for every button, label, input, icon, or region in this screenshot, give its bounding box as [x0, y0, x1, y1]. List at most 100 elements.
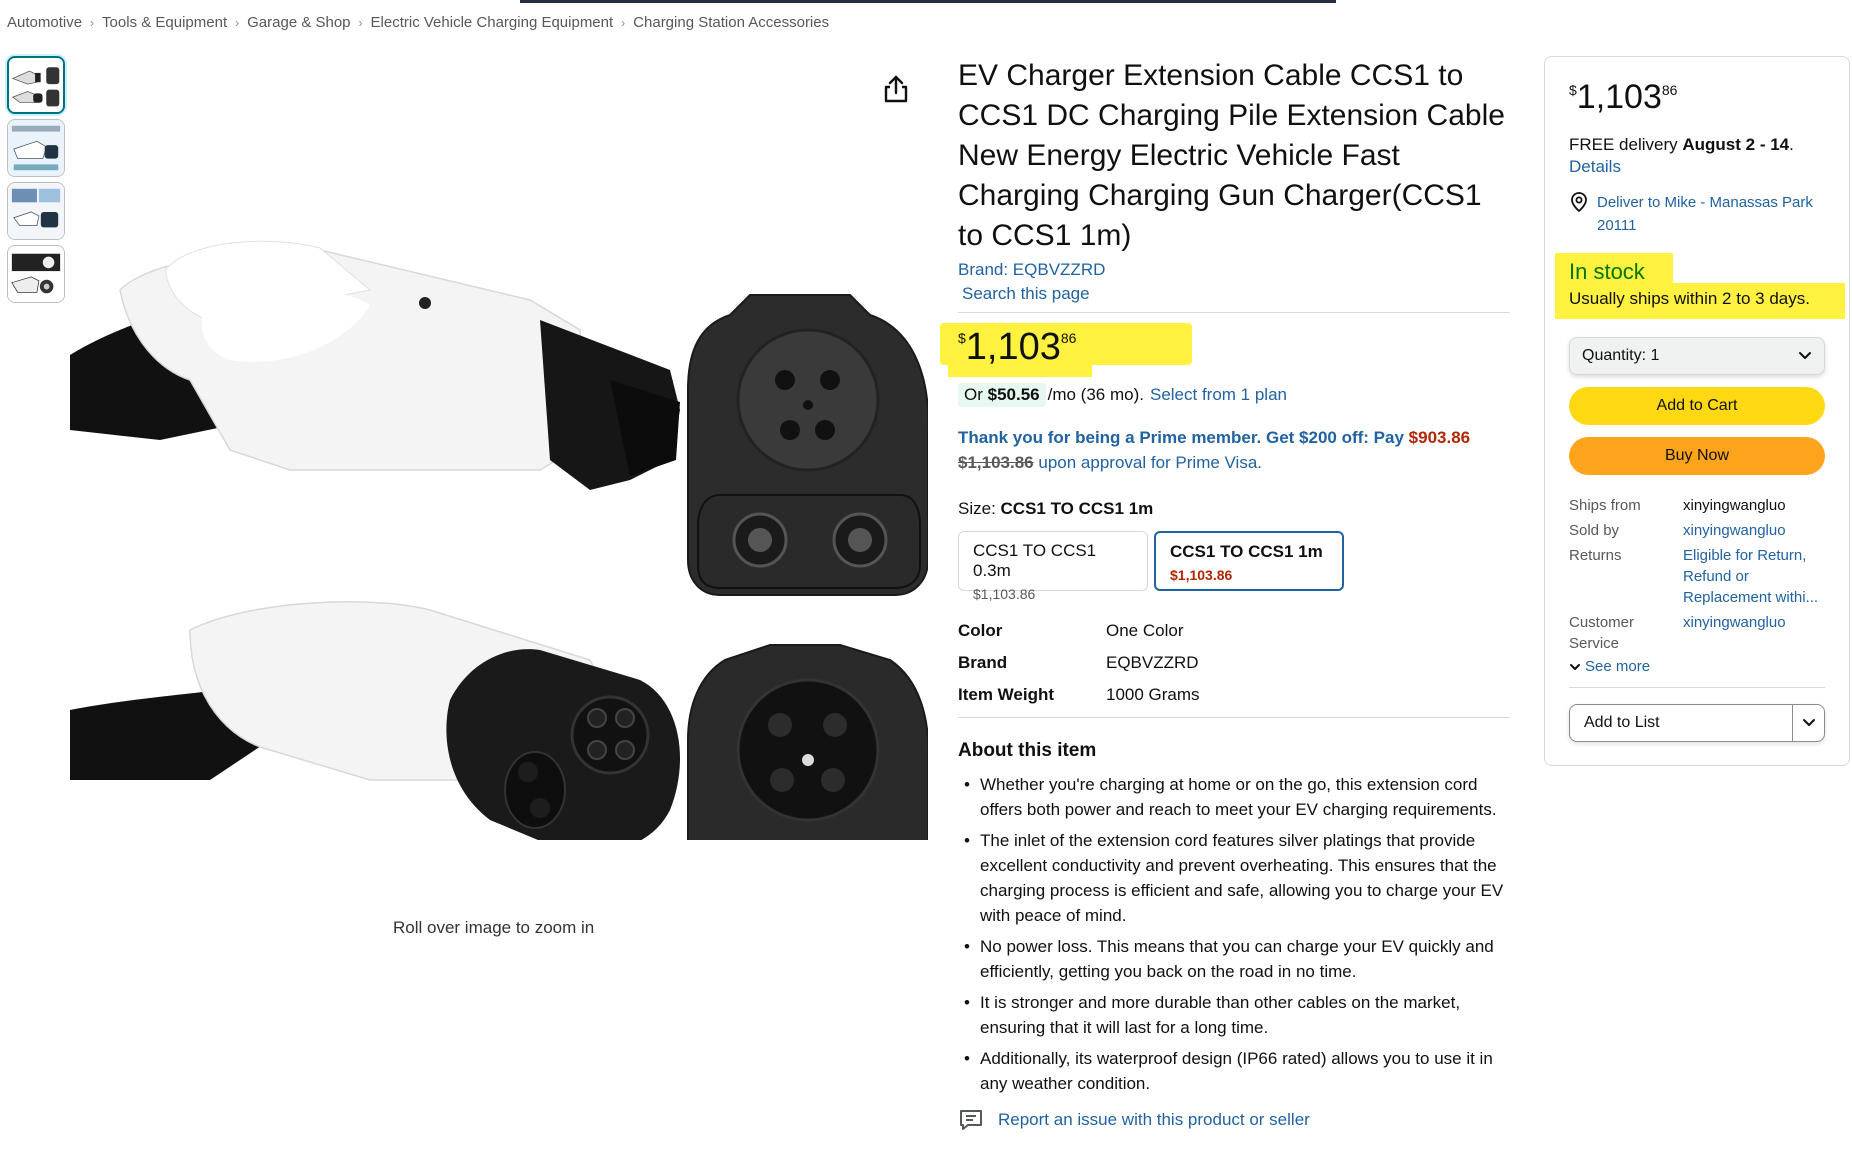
stock-status: In stock Usually ships within 2 to 3 day…: [1555, 253, 1845, 325]
price-whole: 1,103: [1576, 78, 1662, 116]
bullet-item: It is stronger and more durable than oth…: [958, 990, 1510, 1040]
prime-old-price: $1,103.86: [958, 453, 1034, 472]
buybox-price: $ 1,103 86: [1569, 77, 1825, 117]
report-issue[interactable]: Report an issue with this product or sel…: [958, 1108, 1510, 1132]
size-option-0-3m[interactable]: CCS1 TO CCS1 0.3m $1,103.86: [958, 531, 1148, 602]
thumbnail-3[interactable]: [7, 182, 65, 240]
breadcrumb-separator: ›: [235, 15, 240, 30]
seller-row-key: Ships from: [1569, 497, 1641, 514]
thumbnail-1[interactable]: [7, 56, 65, 114]
size-option-name: CCS1 TO CCS1 1m: [1170, 542, 1323, 561]
report-link[interactable]: Report an issue with this product or sel…: [998, 1110, 1310, 1130]
seller-row-ships-from: Ships from xinyingwangluo: [1569, 495, 1825, 516]
seller-row-key: Returns: [1569, 547, 1622, 564]
divider: [1569, 687, 1825, 688]
breadcrumb-ev-charging-equipment[interactable]: Electric Vehicle Charging Equipment: [371, 14, 614, 31]
top-strip: [520, 0, 1336, 3]
quantity-text: Quantity: 1: [1582, 347, 1659, 365]
quantity-value: 1: [1650, 347, 1660, 364]
spec-row: Color One Color: [958, 615, 1510, 647]
monthly-amount: $50.56: [987, 385, 1040, 404]
breadcrumb-garage-shop[interactable]: Garage & Shop: [247, 14, 350, 31]
thumbnail-2[interactable]: [7, 119, 65, 177]
seller-row-returns: Returns Eligible for Return, Refund or R…: [1569, 545, 1825, 608]
monthly-payment: Or $50.56 /mo (36 mo). Select from 1 pla…: [958, 383, 1510, 407]
prime-visa-offer[interactable]: Thank you for being a Prime member. Get …: [958, 425, 1510, 475]
spec-key: Brand: [958, 653, 1008, 672]
deliver-to[interactable]: Deliver to Mike - Manassas Park 20111: [1569, 191, 1825, 237]
monthly-or: Or: [964, 385, 983, 404]
buy-now-button[interactable]: Buy Now: [1569, 437, 1825, 475]
size-label: Size: CCS1 TO CCS1 1m: [958, 499, 1510, 519]
buy-box: $ 1,103 86 FREE delivery August 2 - 14. …: [1544, 56, 1850, 766]
see-more-label: See more: [1585, 658, 1651, 675]
seller-row-key: Sold by: [1569, 522, 1620, 539]
quantity-select[interactable]: Quantity: 1: [1569, 337, 1825, 375]
add-to-list-dropdown[interactable]: [1792, 705, 1824, 741]
share-icon[interactable]: [882, 74, 910, 104]
size-option-price: $1,103.86: [973, 586, 1036, 602]
see-more-link[interactable]: See more: [1569, 658, 1825, 675]
breadcrumb-charging-station-accessories[interactable]: Charging Station Accessories: [633, 14, 829, 31]
price-whole: 1,103: [965, 326, 1061, 368]
delivery-details-link[interactable]: Details: [1569, 157, 1825, 177]
size-option-price: $1,103.86: [1170, 567, 1233, 583]
prime-offer-text: Thank you for being a Prime member. Get …: [958, 428, 1404, 447]
chevron-down-icon: [1802, 719, 1815, 726]
add-to-cart-button[interactable]: Add to Cart: [1569, 387, 1825, 425]
price-fraction: 86: [1661, 82, 1678, 98]
zoom-hint: Roll over image to zoom in: [393, 918, 595, 937]
seller-row-customer-service: Customer Service xinyingwangluo: [1569, 612, 1825, 654]
prime-offer-suffix: upon approval for Prime Visa.: [1038, 453, 1263, 472]
select-plan-link[interactable]: Select from 1 plan: [1150, 385, 1287, 405]
delivery-date: August 2 - 14: [1682, 135, 1790, 154]
spec-value: 1000 Grams: [1106, 685, 1200, 704]
quantity-label: Quantity:: [1582, 347, 1647, 364]
spec-row: Item Weight 1000 Grams: [958, 679, 1510, 711]
breadcrumb-separator: ›: [90, 15, 95, 30]
bullet-item: Whether you're charging at home or on th…: [958, 772, 1510, 822]
in-stock-label: In stock: [1569, 259, 1645, 284]
deliver-to-address[interactable]: Deliver to Mike - Manassas Park 20111: [1597, 191, 1825, 237]
divider: [958, 312, 1510, 313]
add-to-list-button[interactable]: Add to List: [1570, 705, 1792, 741]
spec-value: One Color: [1106, 621, 1184, 640]
spec-value: EQBVZZRD: [1106, 653, 1199, 672]
size-option-1m[interactable]: CCS1 TO CCS1 1m $1,103.86: [1154, 531, 1344, 591]
chevron-down-icon: [1799, 352, 1811, 359]
brand-link[interactable]: Brand: EQBVZZRD: [958, 260, 1510, 280]
breadcrumb-separator: ›: [358, 15, 363, 30]
breadcrumb-tools-equipment[interactable]: Tools & Equipment: [102, 14, 227, 31]
delivery-info: FREE delivery August 2 - 14.: [1569, 133, 1825, 157]
seller-row-value[interactable]: xinyingwangluo: [1683, 612, 1786, 654]
seller-row-value[interactable]: Eligible for Return, Refund or Replaceme…: [1683, 545, 1825, 608]
spec-key: Color: [958, 621, 1003, 640]
seller-row-sold-by: Sold by xinyingwangluo: [1569, 520, 1825, 541]
seller-row-value: xinyingwangluo: [1683, 497, 1786, 514]
about-bullets: Whether you're charging at home or on th…: [958, 772, 1510, 1096]
about-title: About this item: [958, 740, 1097, 761]
price-block: $ 1,103 86: [940, 323, 1510, 377]
product-price: $ 1,103 86: [958, 325, 1510, 369]
size-selected: CCS1 TO CCS1 1m: [1000, 499, 1154, 518]
main-product-image[interactable]: [70, 140, 928, 840]
prime-offer-price: $903.86: [1408, 428, 1471, 447]
ships-note: Usually ships within 2 to 3 days.: [1569, 289, 1810, 308]
search-this-page-link[interactable]: Search this page: [962, 284, 1510, 304]
price-fraction: 86: [1060, 330, 1077, 346]
breadcrumb: Automotive › Tools & Equipment › Garage …: [7, 14, 829, 31]
price-symbol: $: [1569, 82, 1577, 98]
spec-table: Color One Color Brand EQBVZZRD Item Weig…: [958, 615, 1510, 711]
size-option-name: CCS1 TO CCS1 0.3m: [973, 541, 1097, 580]
breadcrumb-automotive[interactable]: Automotive: [7, 14, 82, 31]
bullet-item: Additionally, its waterproof design (IP6…: [958, 1046, 1510, 1096]
size-options: CCS1 TO CCS1 0.3m $1,103.86 CCS1 TO CCS1…: [958, 531, 1510, 602]
seller-row-value[interactable]: xinyingwangluo: [1683, 520, 1786, 541]
size-label-text: Size:: [958, 499, 996, 518]
delivery-suffix: .: [1789, 135, 1794, 154]
thumbnail-4[interactable]: [7, 245, 65, 303]
report-icon: [960, 1110, 982, 1130]
thumbnail-strip: [7, 56, 67, 308]
add-to-list: Add to List: [1569, 704, 1825, 742]
chevron-down-icon: [1570, 663, 1580, 670]
